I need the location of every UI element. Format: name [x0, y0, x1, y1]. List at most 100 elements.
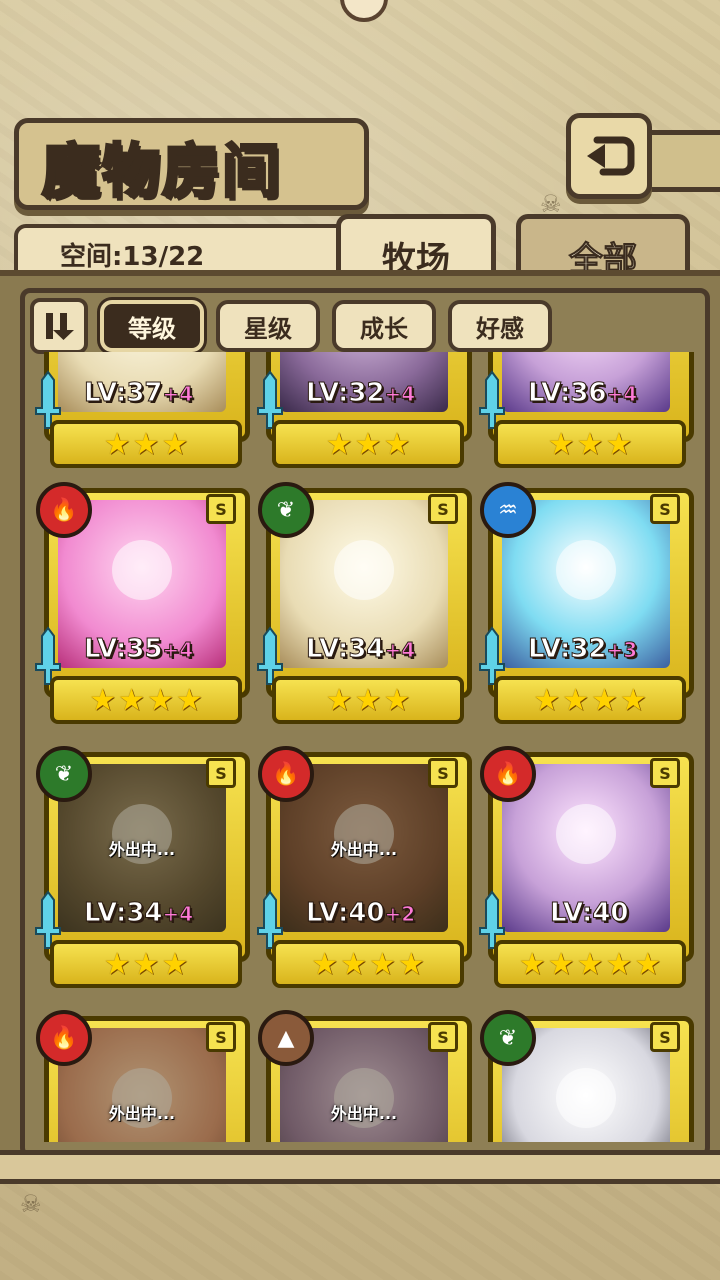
star-icon: ★ — [619, 682, 647, 718]
sort-order-toggle[interactable] — [30, 298, 88, 354]
monster-card[interactable]: LV:37+4 ★ ★ ★ — [35, 352, 250, 468]
monster-card[interactable]: 🔥 S LV:35+4 ★ ★ ★ ★ — [35, 482, 250, 724]
star-icon: ★ — [562, 682, 589, 718]
star-icon: ★ — [591, 682, 618, 718]
star-icon: ★ — [103, 946, 131, 982]
star-icon: ★ — [383, 682, 411, 718]
star-icon: ★ — [397, 946, 425, 982]
level-value: LV:32 — [528, 634, 608, 665]
star-icon: ★ — [103, 426, 131, 462]
monster-face — [556, 804, 616, 864]
monster-card[interactable]: LV:32+4 ★ ★ ★ — [257, 352, 472, 468]
level-label: LV:35+4 — [84, 634, 194, 665]
monster-card[interactable]: ❦ S LV:34+4 ★ ★ ★ — [257, 482, 472, 724]
star-rating: ★ ★ ★ — [272, 676, 464, 724]
star-rating: ★ ★ ★ — [272, 420, 464, 468]
leaf-icon: ❦ — [258, 482, 314, 538]
rank-badge: S — [206, 758, 236, 788]
monster-face — [556, 1068, 616, 1128]
level-value: LV:40 — [306, 898, 386, 929]
monster-grid: LV:37+4 ★ ★ ★ LV:32+4 ★ ★ ★ LV:36+4 ★ ★ ★ 🔥 S … — [28, 352, 698, 1142]
star-icon: ★ — [132, 426, 160, 462]
star-icon: ★ — [161, 946, 189, 982]
star-icon: ★ — [354, 426, 382, 462]
page-title: 魔物房间 — [40, 136, 283, 207]
mountain-icon: ▲ — [258, 1010, 314, 1066]
monster-card[interactable]: 外出中... ❦ S LV:34+4 ★ ★ ★ — [35, 746, 250, 988]
sort-star-button[interactable]: 星级 — [216, 300, 320, 352]
level-plus: +3 — [606, 638, 638, 663]
level-value: LV:37 — [84, 378, 164, 409]
sort-affection-button[interactable]: 好感 — [448, 300, 552, 352]
sort-growth-button[interactable]: 成长 — [332, 300, 436, 352]
rank-badge: S — [428, 494, 458, 524]
level-label: LV:32+3 — [528, 634, 638, 665]
star-icon: ★ — [89, 682, 117, 718]
star-icon: ★ — [533, 682, 561, 718]
star-rating: ★ ★ ★ ★ — [50, 676, 242, 724]
star-icon: ★ — [576, 946, 604, 982]
star-rating: ★ ★ ★ ★ ★ — [494, 940, 686, 988]
monster-face — [112, 540, 172, 600]
star-icon: ★ — [132, 946, 160, 982]
level-value: LV:34 — [84, 898, 164, 929]
rank-badge: S — [428, 1022, 458, 1052]
monster-card[interactable]: 外出中... 🔥 S — [36, 1010, 250, 1142]
star-rating: ★ ★ ★ — [50, 940, 242, 988]
level-plus: +2 — [384, 902, 416, 927]
star-icon: ★ — [161, 426, 189, 462]
rank-badge: S — [428, 758, 458, 788]
level-value: LV:35 — [84, 634, 164, 665]
rank-badge: S — [650, 494, 680, 524]
monster-card[interactable]: ❦ S — [480, 1010, 694, 1142]
monster-card[interactable]: LV:36+4 ★ ★ ★ — [479, 352, 694, 468]
star-icon: ★ — [605, 426, 633, 462]
star-icon: ★ — [325, 682, 353, 718]
back-rail — [642, 130, 720, 192]
level-plus: +4 — [384, 638, 416, 663]
monster-card[interactable]: 外出中... 🔥 S LV:40+2 ★ ★ ★ ★ — [257, 746, 472, 988]
sort-direction-icon — [46, 313, 74, 340]
leaf-icon: ❦ — [480, 1010, 536, 1066]
level-value: LV:40 — [550, 898, 630, 929]
star-rating: ★ ★ ★ — [494, 420, 686, 468]
flame-icon: 🔥 — [480, 746, 536, 802]
monster-card[interactable]: 🔥 S LV:40 ★ ★ ★ ★ ★ — [479, 746, 694, 988]
level-label: LV:36+4 — [528, 378, 638, 409]
star-icon: ★ — [369, 946, 396, 982]
star-icon: ★ — [118, 682, 145, 718]
level-plus: +4 — [162, 382, 194, 407]
level-value: LV:36 — [528, 378, 608, 409]
star-icon: ★ — [147, 682, 174, 718]
star-icon: ★ — [325, 426, 353, 462]
star-icon: ★ — [383, 426, 411, 462]
flame-icon: 🔥 — [258, 746, 314, 802]
level-label: LV:37+4 — [84, 378, 194, 409]
level-label: LV:40 — [550, 898, 630, 929]
level-value: LV:32 — [306, 378, 386, 409]
star-rating: ★ ★ ★ ★ — [272, 940, 464, 988]
star-icon: ★ — [311, 946, 339, 982]
star-rating: ★ ★ ★ ★ — [494, 676, 686, 724]
level-plus: +4 — [162, 638, 194, 663]
rank-badge: S — [650, 758, 680, 788]
return-arrow-icon — [587, 136, 635, 176]
sort-bar: 等级 星级 成长 好感 — [30, 298, 552, 354]
back-button[interactable] — [566, 113, 652, 199]
level-plus: +4 — [384, 382, 416, 407]
sort-level-button[interactable]: 等级 — [100, 300, 204, 352]
level-value: LV:34 — [306, 634, 386, 665]
flame-icon: 🔥 — [36, 1010, 92, 1066]
monster-face — [334, 540, 394, 600]
star-icon: ★ — [547, 426, 575, 462]
rank-badge: S — [650, 1022, 680, 1052]
star-rating: ★ ★ ★ — [50, 420, 242, 468]
skull-icon: ☠ — [20, 1190, 42, 1218]
monster-card[interactable]: 外出中... ▲ S — [258, 1010, 472, 1142]
monster-card[interactable]: ♒ S LV:32+3 ★ ★ ★ ★ — [479, 482, 694, 724]
star-icon: ★ — [518, 946, 546, 982]
level-label: LV:34+4 — [306, 634, 416, 665]
space-counter: 空间:13/22 — [60, 242, 205, 272]
monster-face — [556, 540, 616, 600]
star-icon: ★ — [634, 946, 662, 982]
